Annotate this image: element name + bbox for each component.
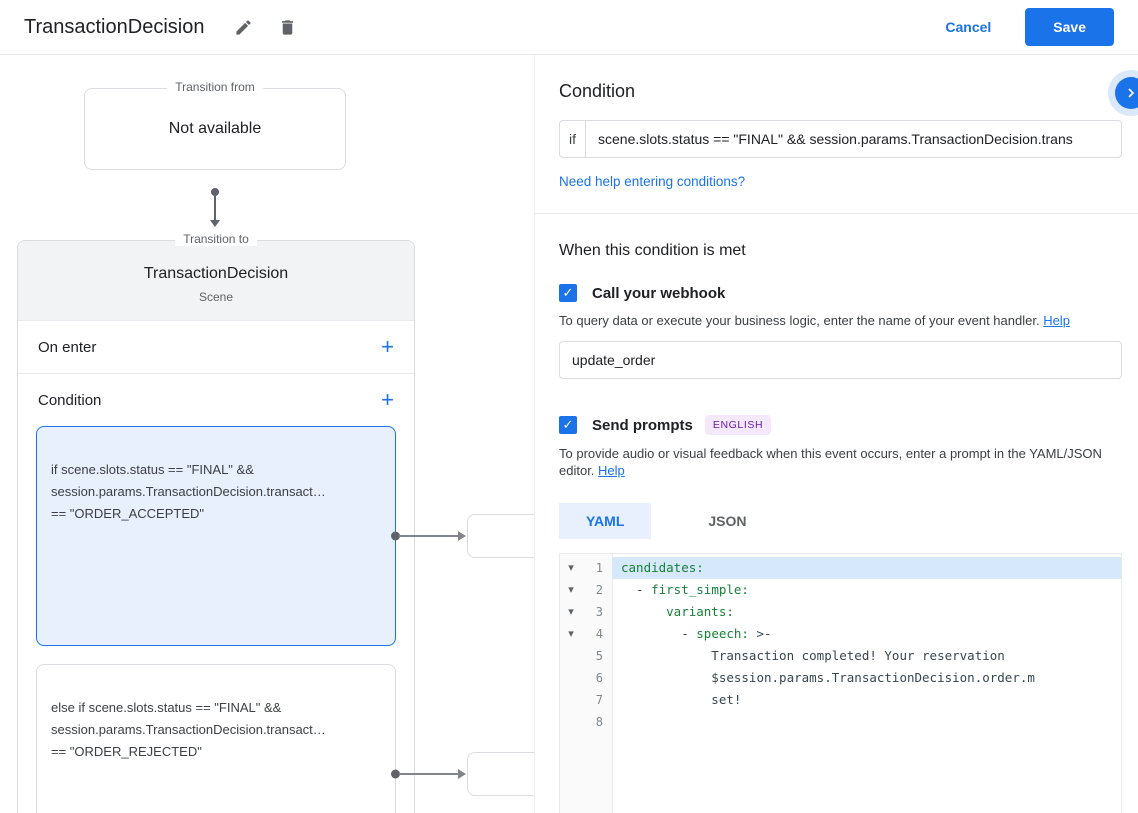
webhook-handler-input[interactable] — [559, 341, 1122, 379]
condition-card-text: if scene.slots.status == "FINAL" && sess… — [51, 462, 326, 521]
transition-from-box[interactable]: Transition from Not available — [84, 80, 346, 170]
prompts-toggle-row: ✓ Send prompts ENGLISH — [559, 415, 1114, 435]
transition-arrow — [84, 188, 346, 227]
condition-expression-input[interactable] — [585, 120, 1122, 158]
webhook-checkbox[interactable]: ✓ — [559, 284, 577, 302]
editor-line[interactable]: 5 Transaction completed! Your reservatio… — [560, 645, 1121, 667]
fold-caret-icon[interactable]: ▾ — [560, 601, 582, 623]
line-number: 2 — [595, 583, 603, 597]
if-label: if — [559, 120, 586, 158]
language-badge: ENGLISH — [704, 415, 772, 435]
line-number: 4 — [595, 627, 603, 641]
condition-expression-row: if — [559, 120, 1122, 158]
line-number: 1 — [595, 561, 603, 575]
add-on-enter-button[interactable]: + — [381, 336, 394, 358]
tab-yaml[interactable]: YAML — [559, 503, 652, 539]
editor-line[interactable]: ▾ 2 - first_simple: — [560, 579, 1121, 601]
on-enter-label: On enter — [38, 338, 97, 356]
webhook-help-link[interactable]: Help — [1043, 313, 1070, 328]
editor-line[interactable]: ▾ 1 candidates: — [560, 557, 1121, 579]
condition-help-link[interactable]: Need help entering conditions? — [559, 174, 745, 189]
scene-type-label: Scene — [198, 290, 234, 304]
yaml-editor[interactable]: ▾ 1 candidates: ▾ 2 - first_simple: ▾ 3 varian… — [559, 553, 1122, 813]
arrow-origin-dot — [211, 188, 219, 196]
top-bar: TransactionDecision Cancel Save — [0, 0, 1138, 55]
trash-icon — [281, 19, 293, 35]
editor-line[interactable]: ▾ 4 - speech: >- — [560, 623, 1121, 645]
condition-card-text: else if scene.slots.status == "FINAL" &&… — [51, 700, 326, 759]
connector-line — [399, 773, 460, 775]
editor-line[interactable]: 7 set! — [560, 689, 1121, 711]
condition-card[interactable]: else if scene.slots.status == "FINAL" &&… — [36, 664, 534, 813]
when-condition-met-title: When this condition is met — [559, 242, 746, 259]
section-condition: Condition + if scene.slots.status == "FI… — [18, 373, 534, 813]
transition-from-label: Transition from — [167, 80, 263, 94]
code-line: set! — [621, 692, 742, 707]
webhook-label: Call your webhook — [592, 284, 726, 302]
line-number: 5 — [595, 649, 603, 663]
fold-caret-icon[interactable]: ▾ — [560, 623, 582, 645]
line-number: 7 — [595, 693, 603, 707]
editor-lines: ▾ 1 candidates: ▾ 2 - first_simple: ▾ 3 varian… — [560, 557, 1121, 733]
add-condition-button[interactable]: + — [381, 389, 394, 411]
arrow-line — [214, 196, 216, 220]
prompts-description-text: To provide audio or visual feedback when… — [559, 446, 1102, 478]
tab-json[interactable]: JSON — [681, 503, 773, 539]
webhook-description: To query data or execute your business l… — [559, 312, 1114, 329]
code-line: variants: — [666, 604, 734, 619]
code-line: candidates: — [612, 557, 1121, 579]
transition-to-label: Transition to — [175, 232, 257, 246]
prompts-help-link[interactable]: Help — [598, 463, 625, 478]
scene-flow-diagram: Transition from Not available Transition… — [0, 55, 534, 813]
fold-caret-icon[interactable]: ▾ — [560, 557, 582, 579]
condition-detail-panel: Condition if Need help entering conditio… — [534, 55, 1138, 813]
panel-title: Condition — [559, 81, 636, 101]
editor-line[interactable]: ▾ 3 variants: — [560, 601, 1121, 623]
code-line: - first_simple: — [621, 582, 749, 597]
pencil-icon — [236, 19, 251, 35]
scene-name: TransactionDecision — [143, 265, 289, 282]
webhook-description-text: To query data or execute your business l… — [559, 313, 1044, 328]
editor-line[interactable]: 6 $session.params.TransactionDecision.or… — [560, 667, 1121, 689]
page-title: TransactionDecision — [24, 15, 205, 38]
section-on-enter: On enter + — [18, 320, 414, 373]
edit-title-button[interactable] — [226, 10, 260, 44]
prompts-checkbox[interactable]: ✓ — [559, 416, 577, 434]
connector-line — [399, 535, 460, 537]
save-button[interactable]: Save — [1025, 8, 1114, 46]
prompts-label: Send prompts — [592, 416, 693, 434]
editor-line[interactable]: 8 — [560, 711, 1121, 733]
delete-scene-button[interactable] — [270, 10, 304, 44]
editor-tabs: YAML JSON — [559, 503, 1114, 539]
chevron-right-icon — [1128, 88, 1135, 98]
transition-from-content: Not available — [168, 120, 262, 137]
connector-arrow-icon — [458, 531, 466, 541]
code-line: $session.params.TransactionDecision.orde… — [621, 670, 1035, 685]
code-line: Transaction completed! Your reservation — [621, 648, 1005, 663]
line-number: 8 — [595, 715, 603, 729]
scene-card: Transition to TransactionDecision Scene … — [17, 232, 534, 813]
connector-arrow-icon — [458, 769, 466, 779]
line-number: 6 — [595, 671, 603, 685]
transition-target-box[interactable] — [467, 752, 534, 796]
app-root: TransactionDecision Cancel Save Transiti… — [0, 0, 1138, 813]
condition-section-label: Condition — [38, 391, 102, 409]
prompts-description: To provide audio or visual feedback when… — [559, 445, 1114, 479]
scene-card-header[interactable]: TransactionDecision Scene — [18, 241, 414, 320]
fold-caret-icon[interactable]: ▾ — [560, 579, 582, 601]
arrow-head-icon — [210, 220, 220, 227]
condition-card[interactable]: if scene.slots.status == "FINAL" && sess… — [36, 426, 534, 646]
code-line: - speech: >- — [621, 626, 772, 641]
collapse-panel-button[interactable] — [1115, 77, 1138, 109]
webhook-toggle-row: ✓ Call your webhook — [559, 284, 1114, 302]
transition-target-box[interactable] — [467, 514, 534, 558]
cancel-button[interactable]: Cancel — [945, 19, 991, 35]
line-number: 3 — [595, 605, 603, 619]
section-divider — [535, 213, 1138, 214]
